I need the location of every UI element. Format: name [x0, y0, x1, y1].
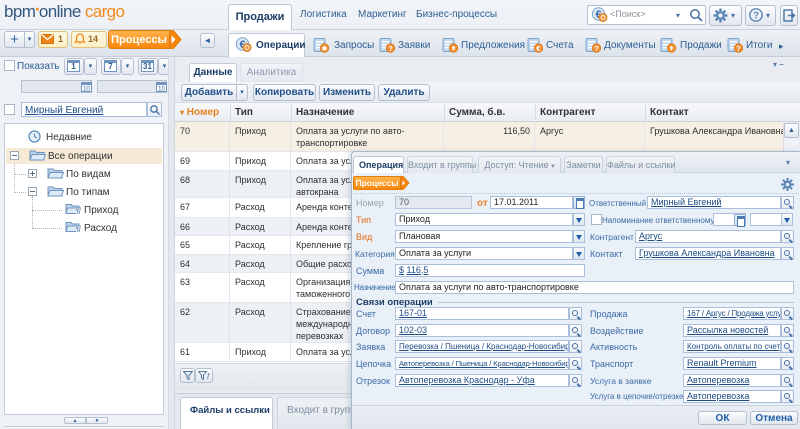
svg-text:10: 10 — [83, 87, 90, 92]
svg-text:?: ? — [736, 44, 741, 53]
svg-text:?: ? — [388, 44, 393, 53]
svg-text:?: ? — [753, 11, 759, 22]
svg-text:10: 10 — [158, 87, 165, 92]
svg-text:f: f — [207, 372, 210, 380]
svg-text:?: ? — [594, 44, 599, 53]
